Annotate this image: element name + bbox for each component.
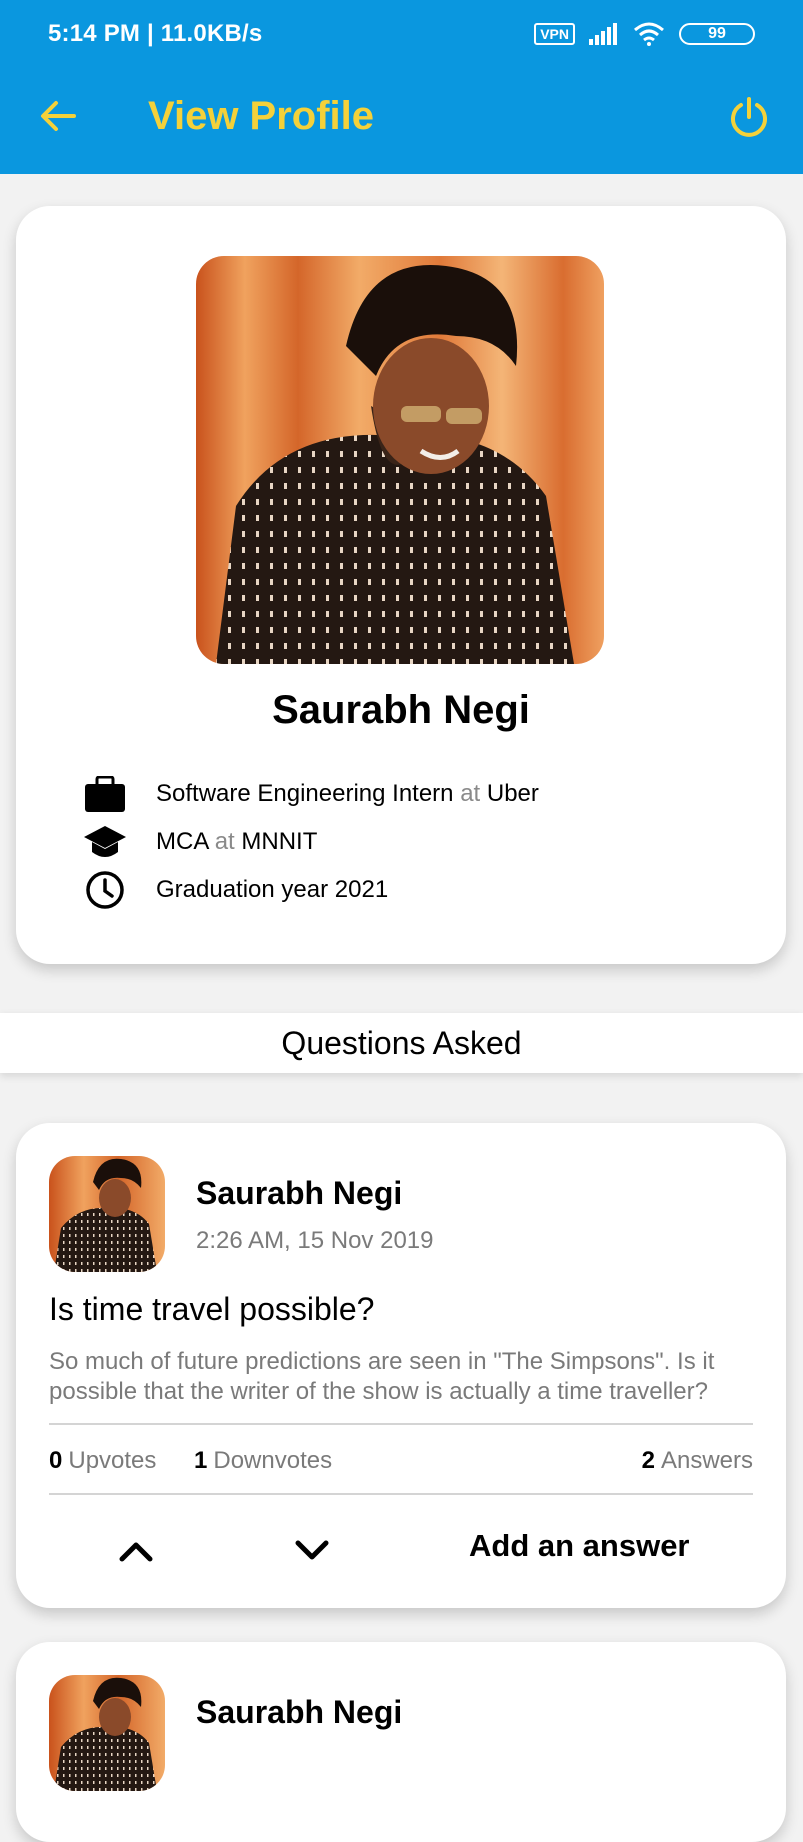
downvotes-count: 1 Downvotes bbox=[194, 1447, 333, 1474]
clock-icon bbox=[82, 868, 128, 912]
education-degree: MCA bbox=[156, 828, 209, 855]
divider bbox=[49, 1493, 753, 1495]
status-time: 5:14 PM | 11.0KB/s bbox=[48, 20, 263, 47]
status-icons: VPN 99 bbox=[534, 22, 755, 46]
graduation-cap-icon bbox=[82, 820, 128, 864]
logout-button[interactable] bbox=[725, 94, 773, 142]
upvote-button[interactable] bbox=[114, 1529, 158, 1573]
question-timestamp: 2:26 AM, 15 Nov 2019 bbox=[196, 1227, 434, 1254]
graduation-row: Graduation year 2021 bbox=[82, 868, 388, 912]
vpn-badge: VPN bbox=[534, 23, 575, 45]
arrow-back-icon bbox=[41, 101, 76, 131]
upvotes-count: 0 Upvotes bbox=[49, 1447, 157, 1474]
education-row: MCA at MNNIT bbox=[82, 820, 317, 864]
profile-photo bbox=[196, 256, 604, 664]
education-at: at bbox=[214, 828, 235, 855]
avatar[interactable] bbox=[49, 1675, 165, 1791]
graduation-year: 2021 bbox=[334, 876, 389, 903]
work-role: Software Engineering Intern bbox=[156, 780, 454, 807]
battery-indicator: 99 bbox=[679, 23, 755, 45]
graduation-label: Graduation year bbox=[156, 876, 329, 903]
work-at: at bbox=[460, 780, 481, 807]
questions-asked-header: Questions Asked bbox=[0, 1013, 803, 1073]
work-company: Uber bbox=[486, 780, 539, 807]
add-answer-button[interactable]: Add an answer bbox=[469, 1528, 690, 1564]
profile-card: Saurabh Negi Software Engineering Intern… bbox=[16, 206, 786, 964]
question-card[interactable]: Saurabh Negi 2:26 AM, 15 Nov 2019 Is tim… bbox=[16, 1123, 786, 1608]
work-row: Software Engineering Intern at Uber bbox=[82, 772, 539, 816]
answers-count[interactable]: 2 Answers bbox=[642, 1447, 753, 1475]
question-author: Saurabh Negi bbox=[196, 1694, 403, 1730]
education-institute: MNNIT bbox=[241, 828, 318, 855]
back-button[interactable] bbox=[38, 96, 78, 136]
page-title: View Profile bbox=[148, 94, 375, 138]
app-bar: 5:14 PM | 11.0KB/s VPN 99 View Profile bbox=[0, 0, 803, 174]
chevron-down-icon bbox=[295, 1540, 329, 1560]
question-card[interactable]: Saurabh Negi bbox=[16, 1642, 786, 1842]
avatar[interactable] bbox=[49, 1156, 165, 1272]
question-title: Is time travel possible? bbox=[49, 1291, 375, 1327]
power-icon bbox=[731, 97, 767, 137]
downvote-button[interactable] bbox=[290, 1529, 334, 1573]
question-body: So much of future predictions are seen i… bbox=[49, 1348, 715, 1405]
divider bbox=[49, 1423, 753, 1425]
wifi-icon bbox=[634, 22, 664, 46]
question-author: Saurabh Negi bbox=[196, 1175, 403, 1211]
signal-icon bbox=[589, 23, 617, 45]
chevron-up-icon bbox=[119, 1542, 153, 1562]
briefcase-icon bbox=[82, 772, 128, 816]
profile-name: Saurabh Negi bbox=[272, 688, 530, 732]
